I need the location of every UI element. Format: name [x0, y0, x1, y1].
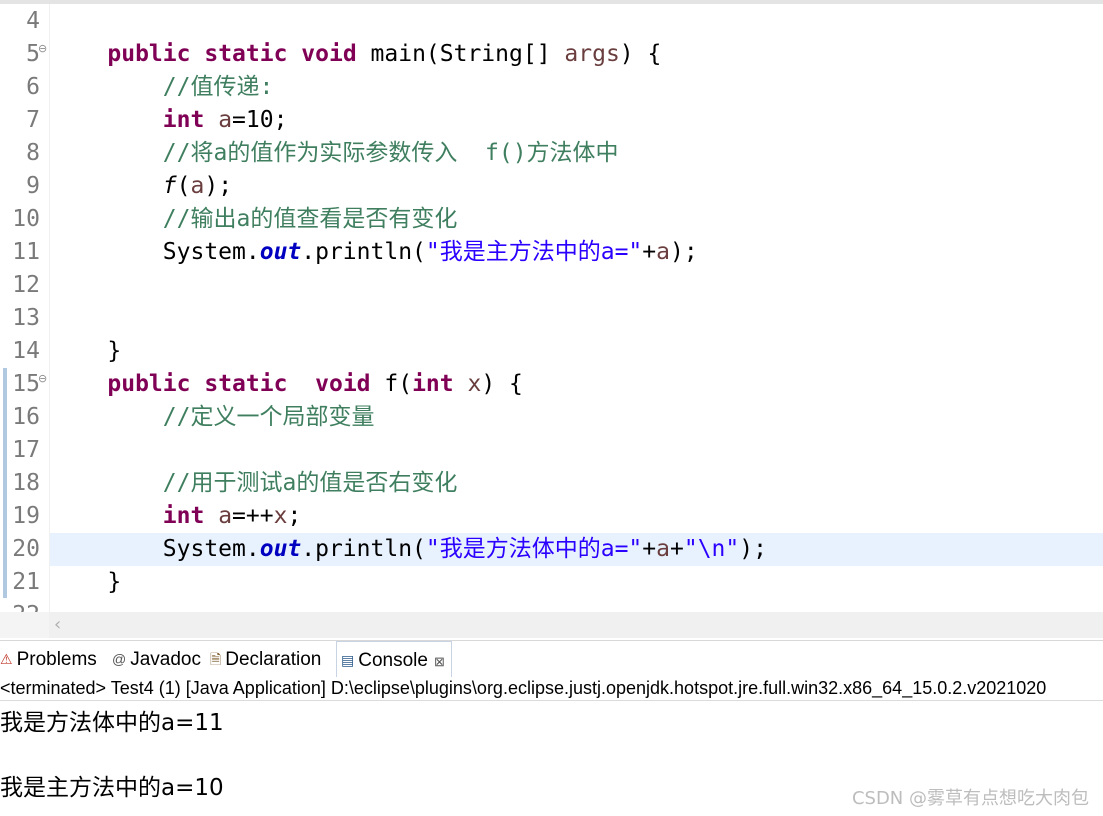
- tab-console[interactable]: ▤ Console ⊠: [336, 641, 452, 677]
- line-number: 19: [12, 503, 40, 529]
- code-line[interactable]: 5 ⊖ public static void main(String[] arg…: [0, 38, 1103, 71]
- line-number: 6: [26, 74, 40, 100]
- code-line[interactable]: 16 //定义一个局部变量: [0, 401, 1103, 434]
- current-code-line[interactable]: 20 System.out.println("我是方法体中的a="+a+"\n"…: [0, 533, 1103, 566]
- code-line[interactable]: 22: [0, 599, 1103, 612]
- tab-label: Console: [358, 650, 428, 671]
- code-line[interactable]: 7 int a=10;: [0, 104, 1103, 137]
- code-line[interactable]: 15 ⊖ public static void f(int x) {: [0, 368, 1103, 401]
- code-text: System.out.println("我是主方法中的a="+a);: [162, 239, 698, 265]
- code-text: //定义一个局部变量: [162, 404, 375, 430]
- code-line[interactable]: 12: [0, 269, 1103, 302]
- watermark: CSDN @雾草有点想吃大肉包: [851, 788, 1089, 809]
- tab-label: Declaration: [225, 649, 322, 670]
- tab-declaration[interactable]: 🗎 Declaration: [210, 641, 321, 677]
- declaration-icon: 🗎: [210, 651, 222, 667]
- code-line[interactable]: 10 //输出a的值查看是否有变化: [0, 203, 1103, 236]
- code-line[interactable]: 18 //用于测试a的值是否右变化: [0, 467, 1103, 500]
- code-line[interactable]: 6 //值传递:: [0, 71, 1103, 104]
- code-text: //用于测试a的值是否右变化: [162, 470, 458, 496]
- javadoc-icon: @: [112, 651, 127, 667]
- code-text: //将a的值作为实际参数传入 f()方法体中: [162, 140, 619, 166]
- code-text: //输出a的值查看是否有变化: [162, 206, 458, 232]
- line-number: 16: [12, 404, 40, 430]
- scrollbar-corner: [0, 612, 49, 638]
- line-number: 10: [12, 206, 40, 232]
- console-process-status: <terminated> Test4 (1) [Java Application…: [0, 677, 1103, 701]
- line-number: 21: [12, 569, 40, 595]
- line-number: 7: [26, 107, 40, 133]
- code-line[interactable]: 14 }: [0, 335, 1103, 368]
- code-text: System.out.println("我是方法体中的a="+a+"\n");: [162, 536, 767, 562]
- line-number: 14: [12, 338, 40, 364]
- line-number: 9: [26, 173, 40, 199]
- line-number: 13: [12, 305, 40, 331]
- line-number: 17: [12, 437, 40, 463]
- code-line[interactable]: 19 int a=++x;: [0, 500, 1103, 533]
- code-line[interactable]: 8 //将a的值作为实际参数传入 f()方法体中: [0, 137, 1103, 170]
- code-text: public static void f(int x) {: [107, 371, 523, 397]
- tab-label: Problems: [16, 649, 97, 670]
- console-output-line: 我是方法体中的a=11: [0, 710, 224, 736]
- line-number: 20: [12, 536, 40, 562]
- line-number: 11: [12, 239, 40, 265]
- tab-javadoc[interactable]: @ Javadoc: [112, 641, 201, 677]
- code-line[interactable]: 4: [0, 5, 1103, 38]
- line-number: 18: [12, 470, 40, 496]
- code-text: }: [107, 338, 122, 364]
- code-line[interactable]: 11 System.out.println("我是主方法中的a="+a);: [0, 236, 1103, 269]
- code-text: int a=10;: [162, 107, 288, 133]
- console-output-line: 我是主方法中的a=10: [0, 775, 224, 801]
- code-text: //值传递:: [162, 74, 274, 100]
- code-line[interactable]: 17: [0, 434, 1103, 467]
- horizontal-scrollbar[interactable]: ‹: [0, 612, 1103, 638]
- line-number: 5: [26, 41, 40, 67]
- code-line[interactable]: 21 }: [0, 566, 1103, 599]
- line-number: 4: [26, 8, 40, 34]
- line-number: 15: [12, 371, 40, 397]
- console-icon: ▤: [341, 652, 355, 668]
- code-text: f(a);: [162, 173, 233, 199]
- code-editor[interactable]: 4 5 ⊖ public static void main(String[] a…: [0, 0, 1103, 612]
- tab-problems[interactable]: ⚠ Problems: [0, 641, 97, 677]
- tab-label: Javadoc: [130, 649, 201, 670]
- close-tab-icon[interactable]: ⊠: [434, 654, 445, 669]
- code-text: public static void main(String[] args) {: [107, 41, 662, 67]
- code-text: }: [107, 569, 122, 595]
- code-line[interactable]: 13: [0, 302, 1103, 335]
- scroll-left-icon[interactable]: ‹: [54, 614, 61, 635]
- view-tab-bar: ⚠ Problems @ Javadoc 🗎 Declaration ▤ Console…: [0, 640, 1103, 677]
- line-number: 12: [12, 272, 40, 298]
- editor-top-border: [0, 0, 1103, 4]
- code-line[interactable]: 9 f(a);: [0, 170, 1103, 203]
- problems-icon: ⚠: [0, 651, 13, 667]
- line-number: 8: [26, 140, 40, 166]
- code-text: int a=++x;: [162, 503, 302, 529]
- fold-collapse-icon[interactable]: ⊖: [38, 43, 47, 55]
- line-number: 22: [0, 599, 40, 612]
- fold-collapse-icon[interactable]: ⊖: [38, 373, 47, 385]
